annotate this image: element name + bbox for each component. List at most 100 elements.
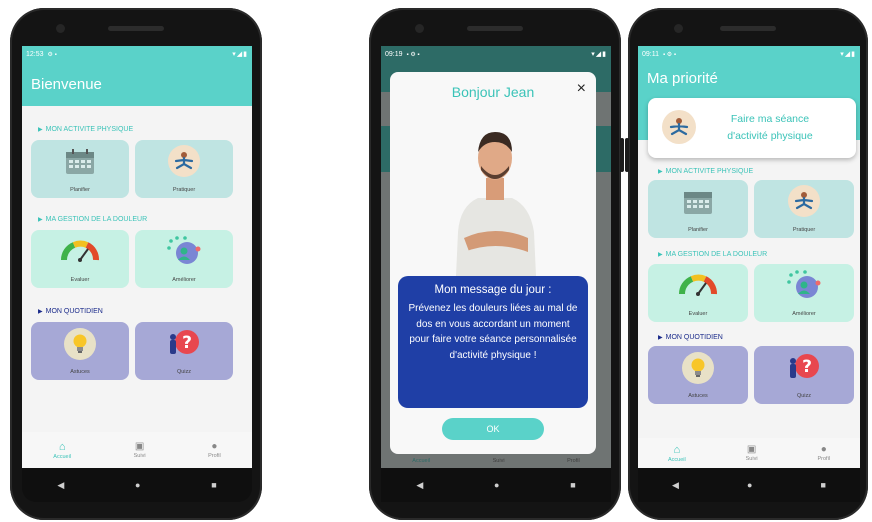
nav-label: Suivi [133, 453, 146, 459]
nav-label: Accueil [667, 456, 686, 463]
nav-label: Profil [817, 456, 831, 462]
section-quotidien: ▶ MON QUOTIDIEN [638, 334, 860, 341]
tile-label: Astuces [688, 393, 708, 399]
tile-pratiquer[interactable]: Pratiquer [754, 180, 854, 238]
tile-astuces[interactable]: Astuces [31, 322, 129, 380]
section-label: MA GESTION DE LA DOULEUR [665, 251, 768, 258]
phone-3: 09:11 ▪ ⚙ ▪ ▾◢▮ Ma priorité Faire ma séa… [625, 8, 868, 520]
svg-text:?: ? [802, 357, 812, 377]
home-button[interactable]: ● [747, 480, 752, 490]
triangle-icon: ▶ [38, 127, 43, 133]
question-icon: ? [787, 351, 821, 388]
gauge-icon [60, 238, 100, 267]
nav-suivi[interactable]: ▣ Suivi [134, 441, 146, 459]
speaker [467, 26, 523, 31]
status-bar: 12:53 ⚙ ▪ ▾◢▮ [22, 46, 252, 62]
message-card: Mon message du jour : Prévenez les doule… [398, 276, 588, 408]
back-button[interactable]: ◀ [416, 480, 423, 491]
app-bar: Bienvenue [22, 62, 252, 106]
tile-label: Pratiquer [792, 227, 816, 233]
section-label: MON QUOTIDIEN [45, 308, 103, 315]
calendar-icon [65, 149, 95, 180]
home-icon: ⌂ [673, 443, 681, 456]
triangle-icon: ▶ [658, 335, 663, 341]
nav-profil[interactable]: ● Profil [818, 444, 831, 462]
system-nav: ◀ ● ■ [381, 468, 611, 502]
status-time: 12:53 [26, 50, 44, 58]
nav-suivi[interactable]: ▣ Suivi [746, 444, 758, 462]
nav-label: Accueil [412, 458, 431, 464]
message-title: Mon message du jour : [434, 284, 552, 296]
tile-planifier[interactable]: Planifier [31, 140, 129, 198]
screen-home: 12:53 ⚙ ▪ ▾◢▮ Bienvenue ▶ MON ACTIVITE P… [22, 46, 252, 468]
status-icons: ▾◢▮ [232, 51, 248, 58]
status-icons: ▾◢▮ [840, 51, 856, 58]
tile-label: Quizz [796, 393, 812, 399]
priority-card[interactable]: Faire ma séance d'activité physique [648, 98, 856, 158]
close-icon[interactable]: × [577, 80, 586, 98]
tile-ameliorer[interactable]: Améliorer [135, 230, 233, 288]
coach-photo [448, 114, 542, 276]
section-label: MON ACTIVITE PHYSIQUE [665, 168, 754, 175]
lightbulb-icon [682, 352, 714, 384]
nav-label: Profil [567, 458, 580, 464]
nav-profil[interactable]: ● Profil [208, 441, 221, 459]
system-nav: ◀ ● ■ [22, 468, 252, 502]
section-douleur: ▶ MA GESTION DE LA DOULEUR [638, 251, 860, 258]
improve-icon [785, 269, 823, 306]
status-icons: ▾◢▮ [591, 51, 607, 58]
section-label: MON ACTIVITE PHYSIQUE [45, 126, 134, 133]
triangle-icon: ▶ [38, 217, 43, 223]
tile-quizz[interactable]: ? Quizz [135, 322, 233, 380]
home-button[interactable]: ● [135, 480, 140, 490]
nav-accueil[interactable]: ⌂ Accueil [53, 441, 71, 460]
side-button [620, 138, 624, 172]
tile-planifier[interactable]: Planifier [648, 180, 748, 238]
yoga-icon [788, 185, 820, 217]
tile-label: Evaluer [70, 277, 90, 283]
recents-button[interactable]: ■ [570, 480, 575, 490]
side-button [625, 138, 629, 172]
triangle-icon: ▶ [658, 252, 663, 258]
section-douleur: ▶ MA GESTION DE LA DOULEUR [22, 216, 252, 223]
nav-label: Profil [208, 453, 221, 459]
tile-label: Améliorer [792, 311, 816, 317]
screen-message: 09:19 ▪ ⚙ ▪ ▾◢▮ Bonjour Jean × Mon messa… [381, 46, 611, 468]
tile-label: Quizz [176, 369, 192, 375]
nav-label: Accueil [53, 453, 72, 460]
nav-accueil[interactable]: ⌂ Accueil [668, 444, 686, 463]
page-title: Ma priorité [647, 70, 718, 87]
camera [674, 24, 683, 33]
tile-pratiquer[interactable]: Pratiquer [135, 140, 233, 198]
section-activite: ▶ MON ACTIVITE PHYSIQUE [638, 168, 860, 175]
question-icon: ? [167, 327, 201, 364]
back-button[interactable]: ◀ [57, 480, 64, 491]
nav-label: Suivi [492, 458, 505, 464]
home-button[interactable]: ● [494, 480, 499, 490]
bottom-nav: ⌂ Accueil ▣ Suivi ● Profil [638, 438, 860, 468]
bottom-nav-dimmed: Accueil Suivi Profil [381, 454, 611, 468]
camera [56, 24, 65, 33]
system-nav: ◀ ● ■ [638, 468, 860, 502]
speaker [108, 26, 164, 31]
svg-text:?: ? [182, 333, 192, 353]
recents-button[interactable]: ■ [821, 480, 826, 490]
screen-priority: 09:11 ▪ ⚙ ▪ ▾◢▮ Ma priorité Faire ma séa… [638, 46, 860, 468]
tile-evaluer[interactable]: Evaluer [31, 230, 129, 288]
tile-evaluer[interactable]: Evaluer [648, 264, 748, 322]
section-quotidien: ▶ MON QUOTIDIEN [22, 308, 252, 315]
tile-astuces[interactable]: Astuces [648, 346, 748, 404]
tile-quizz[interactable]: ? Quizz [754, 346, 854, 404]
chart-icon: ▣ [746, 444, 757, 455]
status-time: 09:11 [642, 50, 659, 58]
modal-title: Bonjour Jean [451, 84, 535, 100]
calendar-icon [683, 189, 713, 220]
triangle-icon: ▶ [658, 169, 663, 175]
tile-ameliorer[interactable]: Améliorer [754, 264, 854, 322]
recents-button[interactable]: ■ [211, 480, 216, 490]
tile-label: Astuces [70, 369, 90, 375]
phone-2: 09:19 ▪ ⚙ ▪ ▾◢▮ Bonjour Jean × Mon messa… [369, 8, 624, 520]
ok-button[interactable]: OK [442, 418, 544, 440]
back-button[interactable]: ◀ [672, 480, 679, 491]
status-bar: 09:11 ▪ ⚙ ▪ ▾◢▮ [638, 46, 860, 62]
